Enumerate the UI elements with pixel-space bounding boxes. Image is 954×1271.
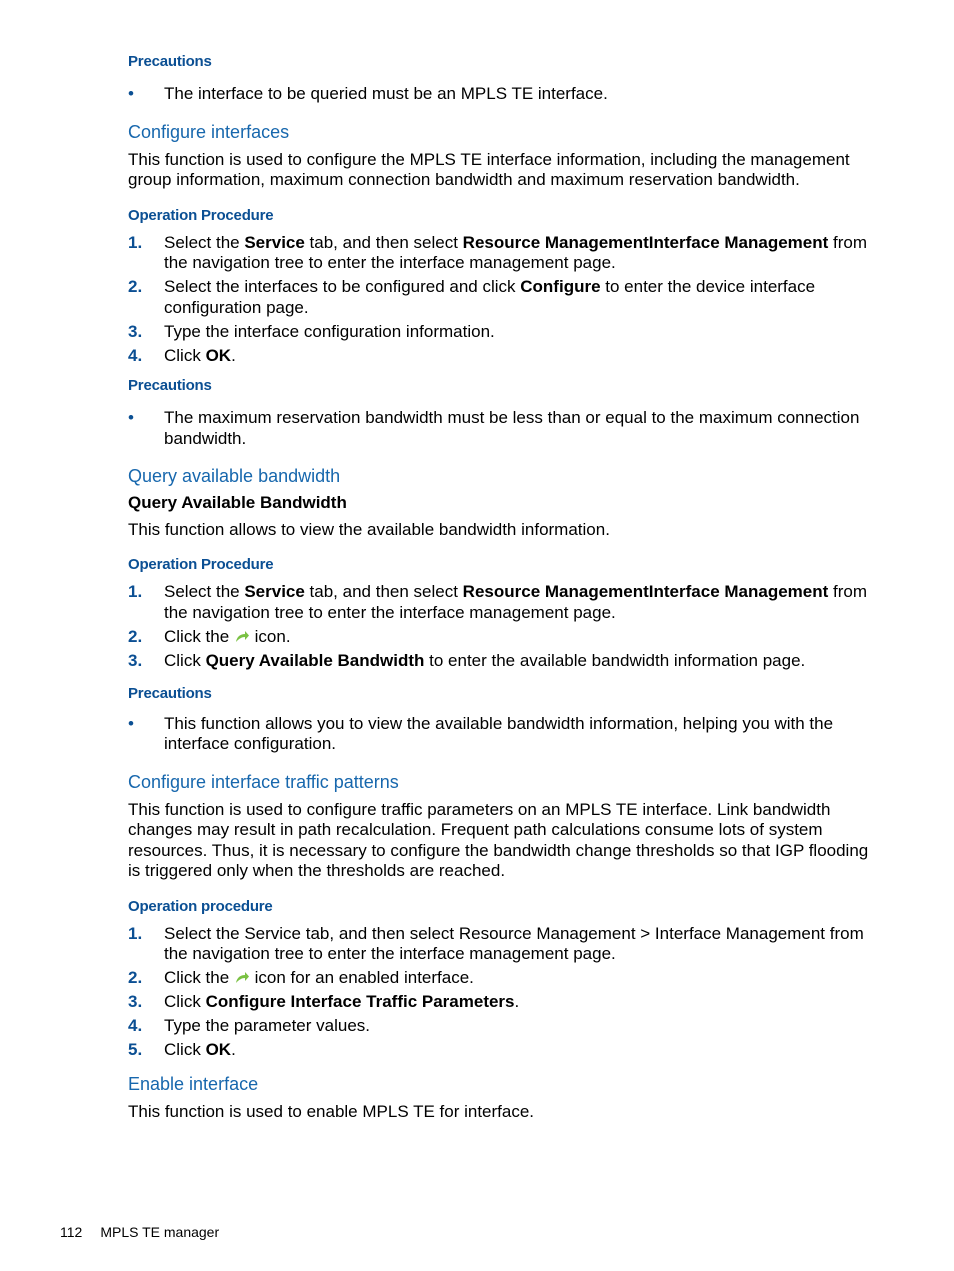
list-item: 2. Click the icon for an enabled interfac… bbox=[128, 968, 474, 987]
steps-list: 1. Select the Service tab, and then selec… bbox=[128, 582, 873, 672]
precautions-heading: Precautions bbox=[128, 377, 212, 394]
steps-list: 1. Select the Service tab, and then selec… bbox=[128, 233, 873, 367]
operation-procedure-heading: Operation Procedure bbox=[128, 206, 274, 224]
list-item: 4. Click OK. bbox=[128, 345, 236, 365]
section-description: This function is used to configure the M… bbox=[128, 149, 850, 190]
list-item: 4. Type the parameter values. bbox=[128, 1016, 371, 1035]
green-arrow-icon bbox=[234, 628, 250, 642]
steps-list: 1. Select the Service tab, and then selec… bbox=[128, 924, 873, 1061]
operation-procedure-heading: Operation procedure bbox=[128, 897, 273, 915]
list-item: 3. Click Query Available Bandwidth to ent… bbox=[128, 651, 806, 670]
page-content: Precautions • The interface to be queried… bbox=[128, 52, 873, 1122]
list-item: 1. Select the Service tab, and then selec… bbox=[128, 923, 864, 964]
section-description: This function is used to configure traff… bbox=[128, 799, 869, 881]
list-item: 1. Select the Service tab, and then selec… bbox=[128, 232, 868, 273]
operation-procedure-heading: Operation Procedure bbox=[128, 556, 274, 573]
section-title-enable-interface: Enable interface bbox=[128, 1073, 259, 1094]
precautions-list: • The interface to be queried must be an … bbox=[128, 84, 873, 105]
section-title-query-bandwidth: Query available bandwidth bbox=[128, 466, 341, 486]
page-footer: 112 MPLS TE manager bbox=[60, 1222, 219, 1243]
precautions-list: • This function allows you to view the av… bbox=[128, 714, 873, 755]
section-title-traffic-patterns: Configure interface traffic patterns bbox=[128, 771, 399, 792]
precautions-heading: Precautions bbox=[128, 684, 212, 702]
chapter-title: MPLS TE manager bbox=[100, 1224, 220, 1240]
page-number: 112 bbox=[60, 1224, 83, 1240]
green-arrow-icon bbox=[234, 969, 250, 983]
precautions-heading: Precautions bbox=[128, 53, 212, 70]
list-item: 3. Click Configure Interface Traffic Para… bbox=[128, 992, 520, 1011]
section-description: This function is used to enable MPLS TE … bbox=[128, 1101, 535, 1121]
subsection-title: Query Available Bandwidth bbox=[128, 493, 347, 512]
list-item: 5. Click OK. bbox=[128, 1040, 236, 1059]
list-item: 2. Click the icon. bbox=[128, 626, 291, 646]
list-item: • The maximum reservation bandwidth must … bbox=[128, 408, 860, 448]
section-title-configure-interfaces: Configure interfaces bbox=[128, 121, 290, 142]
list-item: • This function allows you to view the av… bbox=[128, 713, 834, 754]
list-item: 3. Type the interface configuration infor… bbox=[128, 321, 495, 341]
precautions-list: • The maximum reservation bandwidth must … bbox=[128, 408, 873, 449]
list-item: 2. Select the interfaces to be configured… bbox=[128, 277, 816, 317]
list-item: • The interface to be queried must be an … bbox=[128, 84, 608, 103]
list-item: 1. Select the Service tab, and then selec… bbox=[128, 582, 868, 622]
section-description: This function allows to view the availab… bbox=[128, 519, 610, 539]
